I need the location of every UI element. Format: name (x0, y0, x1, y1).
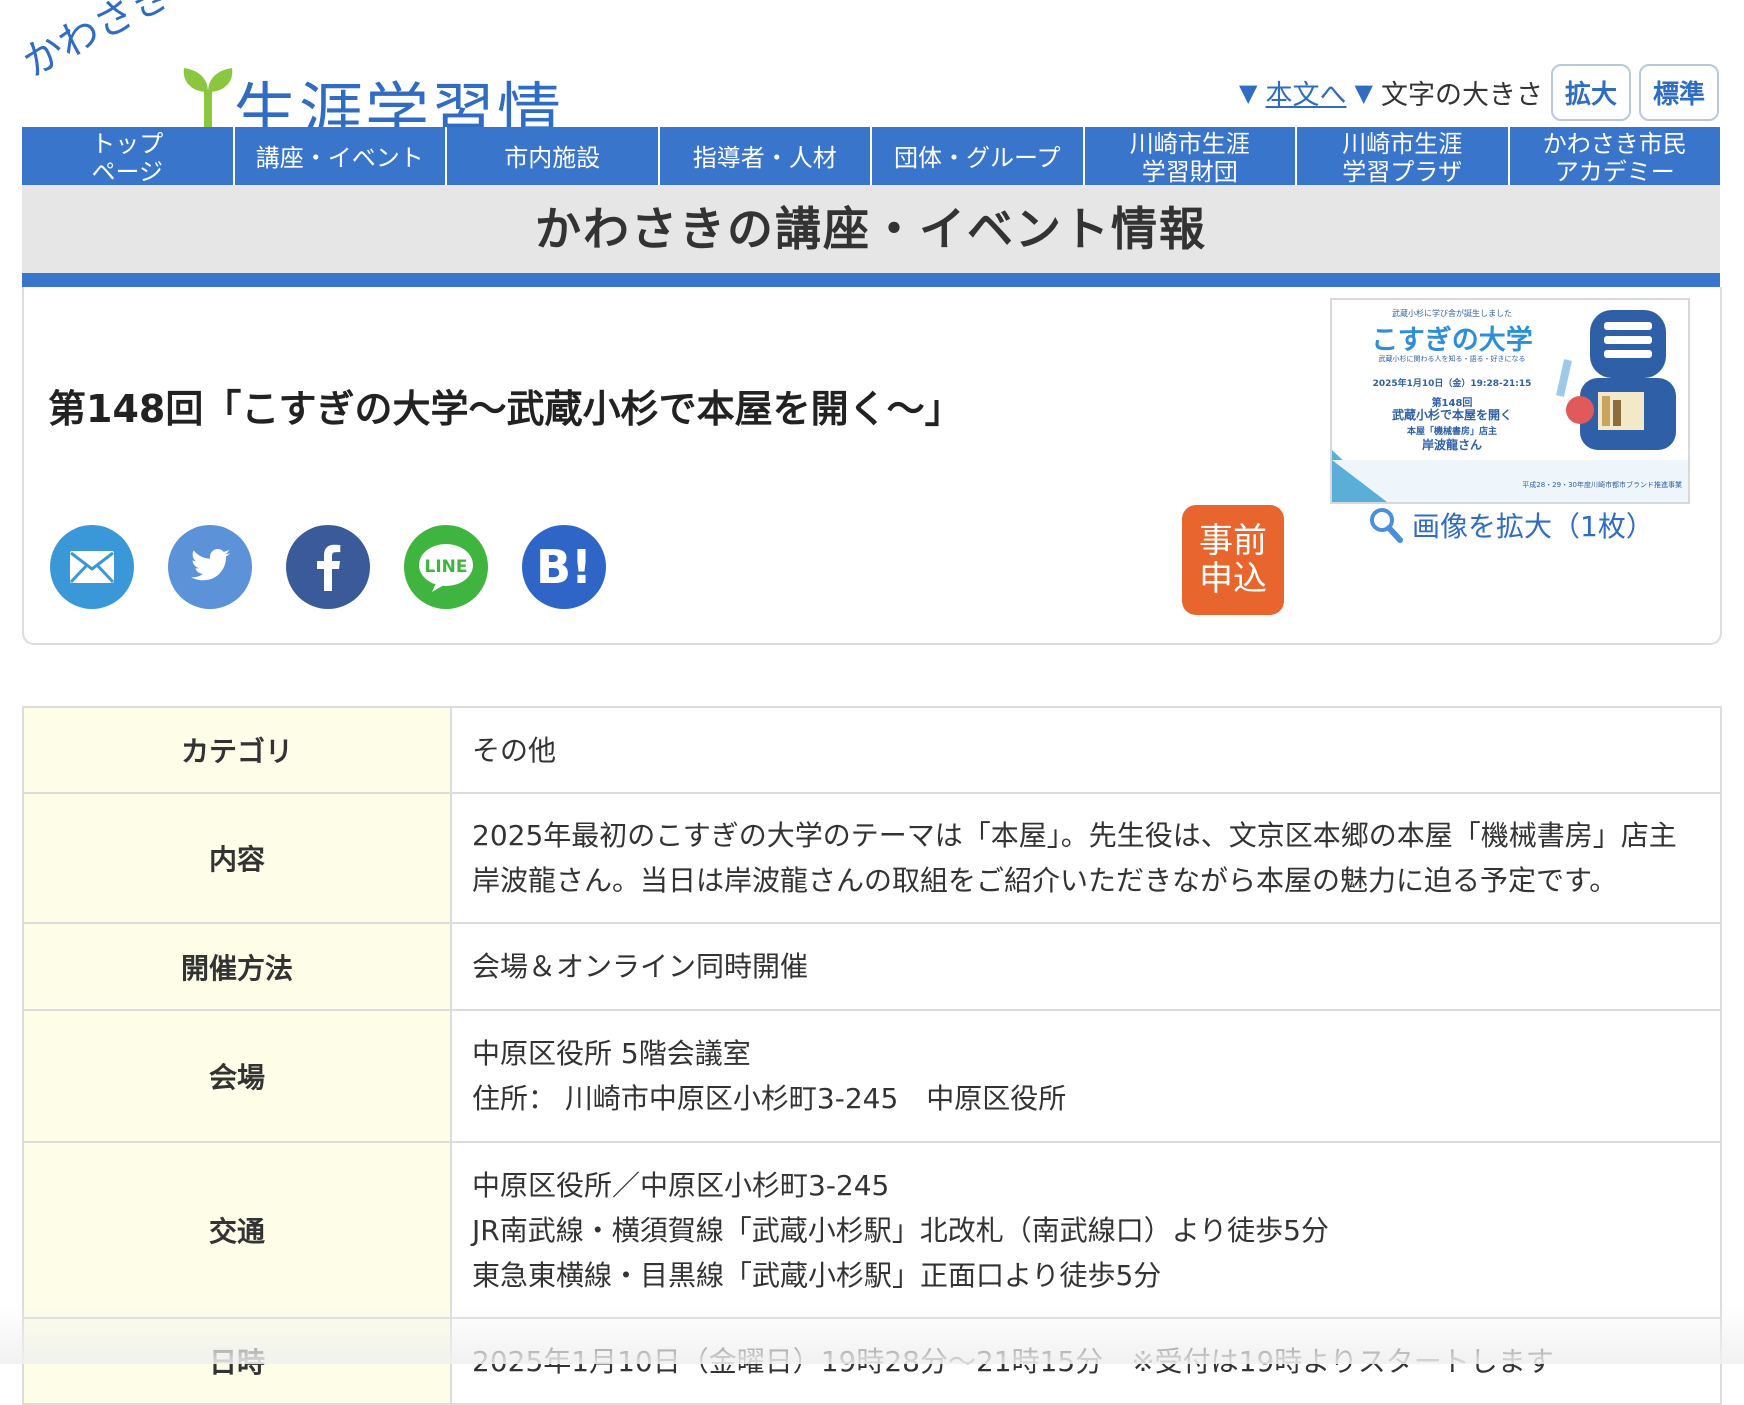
nav-item-label: 川崎市生涯学習財団 (1129, 130, 1250, 185)
nav-item-label: トップページ (91, 130, 164, 185)
nav-item-facilities[interactable]: 市内施設 (447, 127, 660, 185)
standard-text-button[interactable]: 標準 (1638, 64, 1719, 121)
text-size-label: 文字の大きさ (1380, 80, 1543, 111)
nav-item-label: 団体・グループ (893, 144, 1061, 172)
value-line: 2025年最初のこすぎの大学のテーマは「本屋」。先生役は、文京区本郷の本屋「機械… (472, 819, 1677, 897)
share-facebook-button[interactable] (286, 525, 370, 609)
value-line: 東急東横線・目黒線「武蔵小杉駅」正面口より徒歩5分 (472, 1258, 1162, 1292)
pre-registration-label: 事前申込 (1199, 521, 1267, 599)
line-label: LINE (425, 557, 468, 577)
triangle-down-icon: ▼ (1354, 78, 1373, 107)
row-label-category: カテゴリ (22, 706, 452, 794)
table-row: 会場 中原区役所 5階会議室 住所： 川崎市中原区小杉町3-245 中原区役所 (22, 1009, 1722, 1143)
nav-item-label: 指導者・人材 (692, 144, 837, 172)
share-hatena-button[interactable]: B! (522, 525, 606, 609)
nav-item-instructors[interactable]: 指導者・人材 (660, 127, 872, 185)
nav-item-events[interactable]: 講座・イベント (235, 127, 447, 185)
hatena-bookmark-icon: B! (535, 540, 593, 594)
row-value-category: その他 (450, 706, 1722, 794)
table-row: カテゴリ その他 (22, 706, 1722, 794)
nav-item-label: 講座・イベント (255, 144, 424, 172)
line-chat-icon: LINE (419, 544, 473, 592)
page-title: かわさきの講座・イベント情報 (22, 185, 1720, 273)
table-row: 内容 2025年最初のこすぎの大学のテーマは「本屋」。先生役は、文京区本郷の本屋… (22, 792, 1722, 924)
bottom-fade (0, 1305, 1744, 1364)
zoom-image-label: 画像を拡大（1枚） (1412, 510, 1654, 543)
flyer-topic: 武蔵小杉で本屋を開く (1391, 408, 1512, 422)
value-line: 中原区役所／中原区小杉町3-245 (472, 1168, 890, 1202)
nav-item-label: 川崎市生涯学習プラザ (1342, 130, 1463, 185)
zoom-image-link[interactable]: 画像を拡大（1枚） (1368, 505, 1654, 545)
pre-registration-button[interactable]: 事前申込 (1182, 505, 1284, 615)
global-nav: トップページ 講座・イベント 市内施設 指導者・人材 団体・グループ 川崎市生涯… (22, 127, 1720, 185)
row-value-method: 会場＆オンライン同時開催 (450, 922, 1722, 1011)
value-line: JR南武線・横須賀線「武蔵小杉駅」北改札（南武線口）より徒歩5分 (472, 1213, 1329, 1247)
text-size-controls: ▼ 本文へ ▼ 文字の大きさ 拡大 標準 (1239, 64, 1719, 121)
sprout-icon (183, 68, 233, 128)
event-thumbnail[interactable]: 武蔵小杉に学び舎が誕生しました こすぎの大学 武蔵小杉に関わる人を知る・語る・好… (1330, 298, 1690, 504)
nav-item-groups[interactable]: 団体・グループ (872, 127, 1085, 185)
value-line: 中原区役所 5階会議室 (472, 1037, 751, 1070)
flyer-date: 2025年1月10日（金）19:28-21:15 (1372, 379, 1532, 389)
nav-item-plaza[interactable]: 川崎市生涯学習プラザ (1297, 127, 1510, 185)
nav-item-top[interactable]: トップページ (22, 127, 235, 185)
share-twitter-button[interactable] (168, 525, 252, 609)
share-email-button[interactable] (50, 525, 134, 609)
row-label-content: 内容 (22, 792, 452, 924)
row-label-method: 開催方法 (22, 922, 452, 1011)
nav-item-academy[interactable]: かわさき市民アカデミー (1510, 127, 1721, 185)
event-details-table: カテゴリ その他 内容 2025年最初のこすぎの大学のテーマは「本屋」。先生役は… (22, 706, 1722, 1405)
row-label-access: 交通 (22, 1141, 452, 1319)
flyer-footer: 平成28・29・30年度川崎市都市ブランド推進事業 (1522, 481, 1682, 489)
nav-item-foundation[interactable]: 川崎市生涯学習財団 (1085, 127, 1297, 185)
row-label-venue: 会場 (22, 1009, 452, 1143)
divider-bar (22, 273, 1720, 287)
row-value-content: 2025年最初のこすぎの大学のテーマは「本屋」。先生役は、文京区本郷の本屋「機械… (450, 792, 1722, 924)
value-line: 会場＆オンライン同時開催 (472, 950, 809, 983)
flyer-brand: こすぎの大学 (1371, 325, 1533, 356)
table-row: 交通 中原区役所／中原区小杉町3-245 JR南武線・横須賀線「武蔵小杉駅」北改… (22, 1141, 1722, 1319)
flyer-speaker: 岸波龍さん (1421, 438, 1482, 452)
value-line: その他 (472, 733, 557, 767)
magnifier-icon (1370, 508, 1403, 543)
row-value-venue: 中原区役所 5階会議室 住所： 川崎市中原区小杉町3-245 中原区役所 (450, 1009, 1722, 1143)
share-line-button[interactable]: LINE (404, 525, 488, 609)
value-line: 住所： 川崎市中原区小杉町3-245 中原区役所 (472, 1082, 1067, 1115)
row-value-access: 中原区役所／中原区小杉町3-245 JR南武線・横須賀線「武蔵小杉駅」北改札（南… (450, 1141, 1722, 1319)
facebook-icon (317, 544, 341, 591)
flyer-sub-line: 武蔵小杉に関わる人を知る・語る・好きになる (1378, 355, 1526, 363)
event-title: 第148回「こすぎの大学〜武蔵小杉で本屋を開く〜」 (48, 387, 963, 431)
enlarge-text-button[interactable]: 拡大 (1550, 64, 1631, 121)
mail-icon (69, 551, 115, 584)
skip-to-content-link[interactable]: 本文へ (1266, 73, 1347, 112)
site-logo[interactable]: かわさきの 生涯学習情報 (15, 0, 608, 243)
table-row: 開催方法 会場＆オンライン同時開催 (22, 922, 1722, 1011)
triangle-down-icon: ▼ (1239, 78, 1258, 107)
nav-item-label: かわさき市民アカデミー (1542, 130, 1687, 185)
nav-item-label: 市内施設 (504, 144, 601, 172)
twitter-bird-icon (191, 549, 230, 581)
